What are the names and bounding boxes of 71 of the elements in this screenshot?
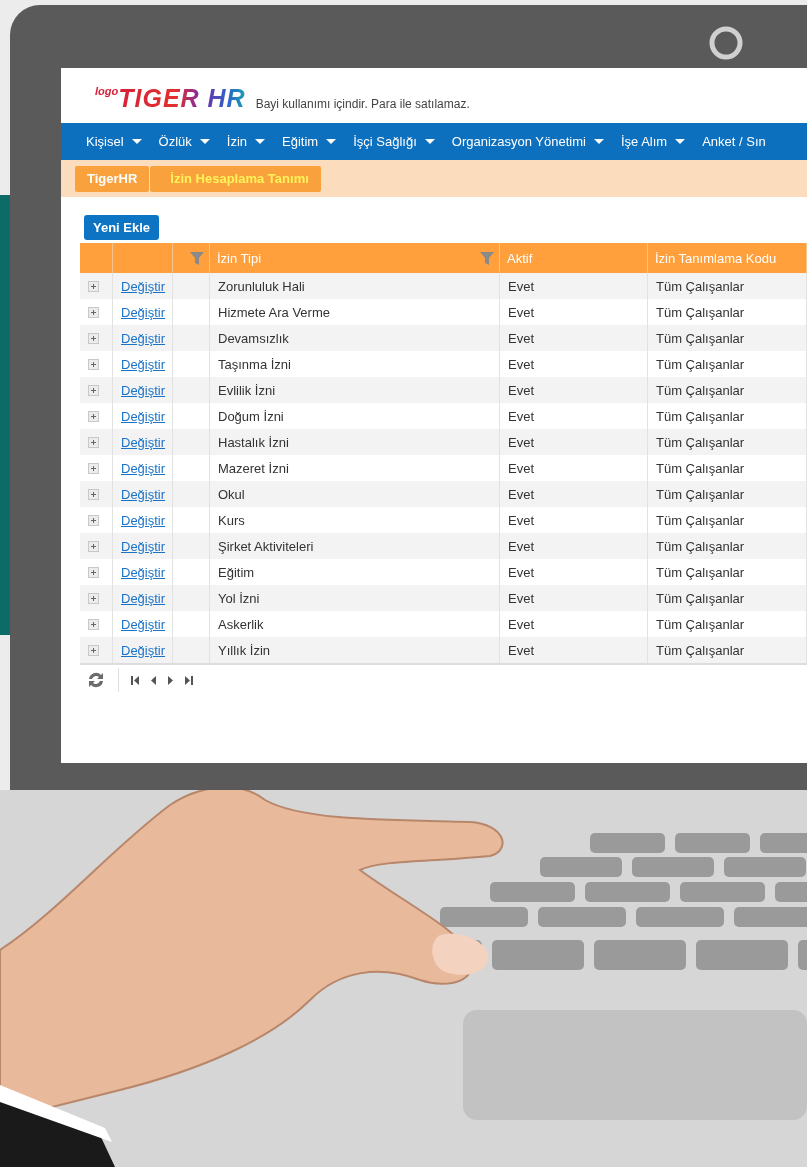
table-cell: Evet xyxy=(500,429,648,455)
table-cell: Hastalık İzni xyxy=(210,429,500,455)
edit-link[interactable]: Değiştir xyxy=(121,460,166,476)
menu-item[interactable]: Kişisel xyxy=(86,134,142,149)
expand-button[interactable] xyxy=(88,410,99,422)
tagline: Bayi kullanımı içindir. Para ile satılamaz. xyxy=(255,97,470,111)
edit-link[interactable]: Değiştir xyxy=(121,356,166,372)
menu-item[interactable]: İşçi Sağlığı xyxy=(353,134,435,149)
expand-button[interactable] xyxy=(88,384,99,396)
refresh-icon[interactable] xyxy=(86,671,106,689)
table-cell: Tüm Çalışanlar xyxy=(648,429,807,455)
table-cell: Evet xyxy=(500,481,648,507)
table-cell: Tüm Çalışanlar xyxy=(648,637,807,663)
table-cell: Yıllık İzin xyxy=(210,637,500,663)
expand-button[interactable] xyxy=(88,306,99,318)
table-cell: Tüm Çalışanlar xyxy=(648,533,807,559)
last-page-icon[interactable] xyxy=(185,675,193,685)
edit-link[interactable]: Değiştir xyxy=(121,304,166,320)
table-cell: Tüm Çalışanlar xyxy=(648,377,807,403)
expand-button[interactable] xyxy=(88,488,99,500)
edit-link[interactable]: Değiştir xyxy=(121,616,166,632)
expand-button[interactable] xyxy=(88,644,99,656)
menu-item[interactable]: Anket / Sın xyxy=(702,134,766,149)
edit-link[interactable]: Değiştir xyxy=(121,408,166,424)
expand-button[interactable] xyxy=(88,462,99,474)
menu-item[interactable]: Eğitim xyxy=(282,134,337,149)
expand-button[interactable] xyxy=(88,280,99,292)
expand-button[interactable] xyxy=(88,436,99,448)
webcam-icon xyxy=(708,25,744,61)
table-cell: Yol İzni xyxy=(210,585,500,611)
expand-button[interactable] xyxy=(88,592,99,604)
table-cell: Evet xyxy=(500,637,648,663)
table-cell: Evlilik İzni xyxy=(210,377,500,403)
table-cell: Okul xyxy=(210,481,500,507)
caret-icon xyxy=(199,139,210,144)
expand-button[interactable] xyxy=(88,540,99,552)
table-cell: Evet xyxy=(500,273,648,299)
menu-item[interactable]: İzin xyxy=(226,134,266,149)
caret-icon xyxy=(424,139,435,144)
menu-item[interactable]: Özlük xyxy=(158,134,210,149)
caret-icon xyxy=(326,139,337,144)
expand-button[interactable] xyxy=(88,332,99,344)
table-cell: Evet xyxy=(500,325,648,351)
menu-item[interactable]: Organizasyon Yönetimi xyxy=(451,134,604,149)
table-cell: Evet xyxy=(500,377,648,403)
table-cell: Tüm Çalışanlar xyxy=(648,325,807,351)
caret-icon xyxy=(675,139,686,144)
add-new-button[interactable]: Yeni Ekle xyxy=(84,215,160,240)
logo-prefix: logo xyxy=(95,85,119,97)
expand-button[interactable] xyxy=(88,514,99,526)
table-cell: Zorunluluk Hali xyxy=(210,273,500,299)
next-page-icon[interactable] xyxy=(168,675,173,685)
caret-icon xyxy=(255,139,266,144)
edit-link[interactable]: Değiştir xyxy=(121,512,166,528)
table-cell: Evet xyxy=(500,533,648,559)
table-cell: Tüm Çalışanlar xyxy=(648,481,807,507)
previous-page-icon[interactable] xyxy=(151,675,156,685)
caret-icon xyxy=(131,139,142,144)
expand-button[interactable] xyxy=(88,358,99,370)
table-cell: Şirket Aktiviteleri xyxy=(210,533,500,559)
first-page-icon[interactable] xyxy=(131,675,139,685)
table-cell: Devamsızlık xyxy=(210,325,500,351)
table-header-cell xyxy=(80,243,113,273)
table-cell: Tüm Çalışanlar xyxy=(648,273,807,299)
expand-button[interactable] xyxy=(88,618,99,630)
menu-item[interactable]: İşe Alım xyxy=(620,134,686,149)
edit-link[interactable]: Değiştir xyxy=(121,564,166,580)
table-cell: Evet xyxy=(500,585,648,611)
expand-button[interactable] xyxy=(88,566,99,578)
table-cell: Tüm Çalışanlar xyxy=(648,585,807,611)
caret-icon xyxy=(593,139,604,144)
